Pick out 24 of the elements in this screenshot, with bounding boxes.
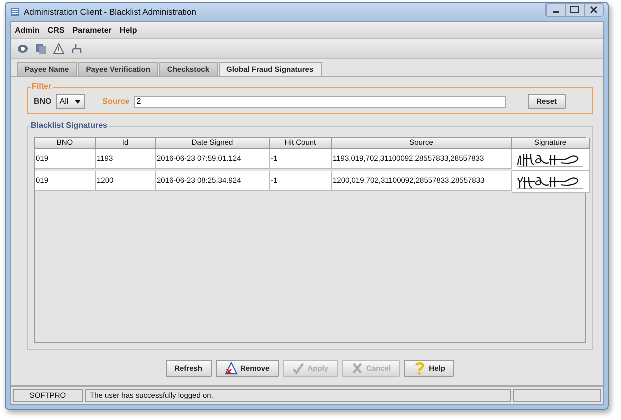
menu-item[interactable]: Admin [15,26,40,34]
app-icon [10,7,20,17]
maximize-icon[interactable] [565,4,584,16]
menu-item[interactable]: CRS [48,26,65,34]
bno-dropdown[interactable]: All [56,94,85,109]
documents-icon[interactable] [35,42,47,54]
minimize-icon[interactable] [546,4,565,16]
tree-icon[interactable] [71,42,83,54]
panel-title: Blacklist Signatures [30,121,108,130]
field-label: BNO [34,97,52,106]
cross-icon [350,362,364,375]
caret-icon [74,100,81,104]
close-icon[interactable] [584,4,603,16]
field-label: Source [102,97,130,106]
source-field[interactable]: 2 [134,96,506,108]
window-title: Administration Client - Blacklist Administration [24,7,198,17]
checkmark-icon [292,362,305,375]
warning-icon[interactable] [53,42,65,54]
menu-item[interactable]: Parameter [72,26,112,34]
question-mark-icon [413,362,426,375]
menu-item[interactable]: Help [120,26,138,34]
signature-drawing [515,151,585,168]
warning-icon [224,362,238,375]
panel-title: Filter [31,82,53,91]
